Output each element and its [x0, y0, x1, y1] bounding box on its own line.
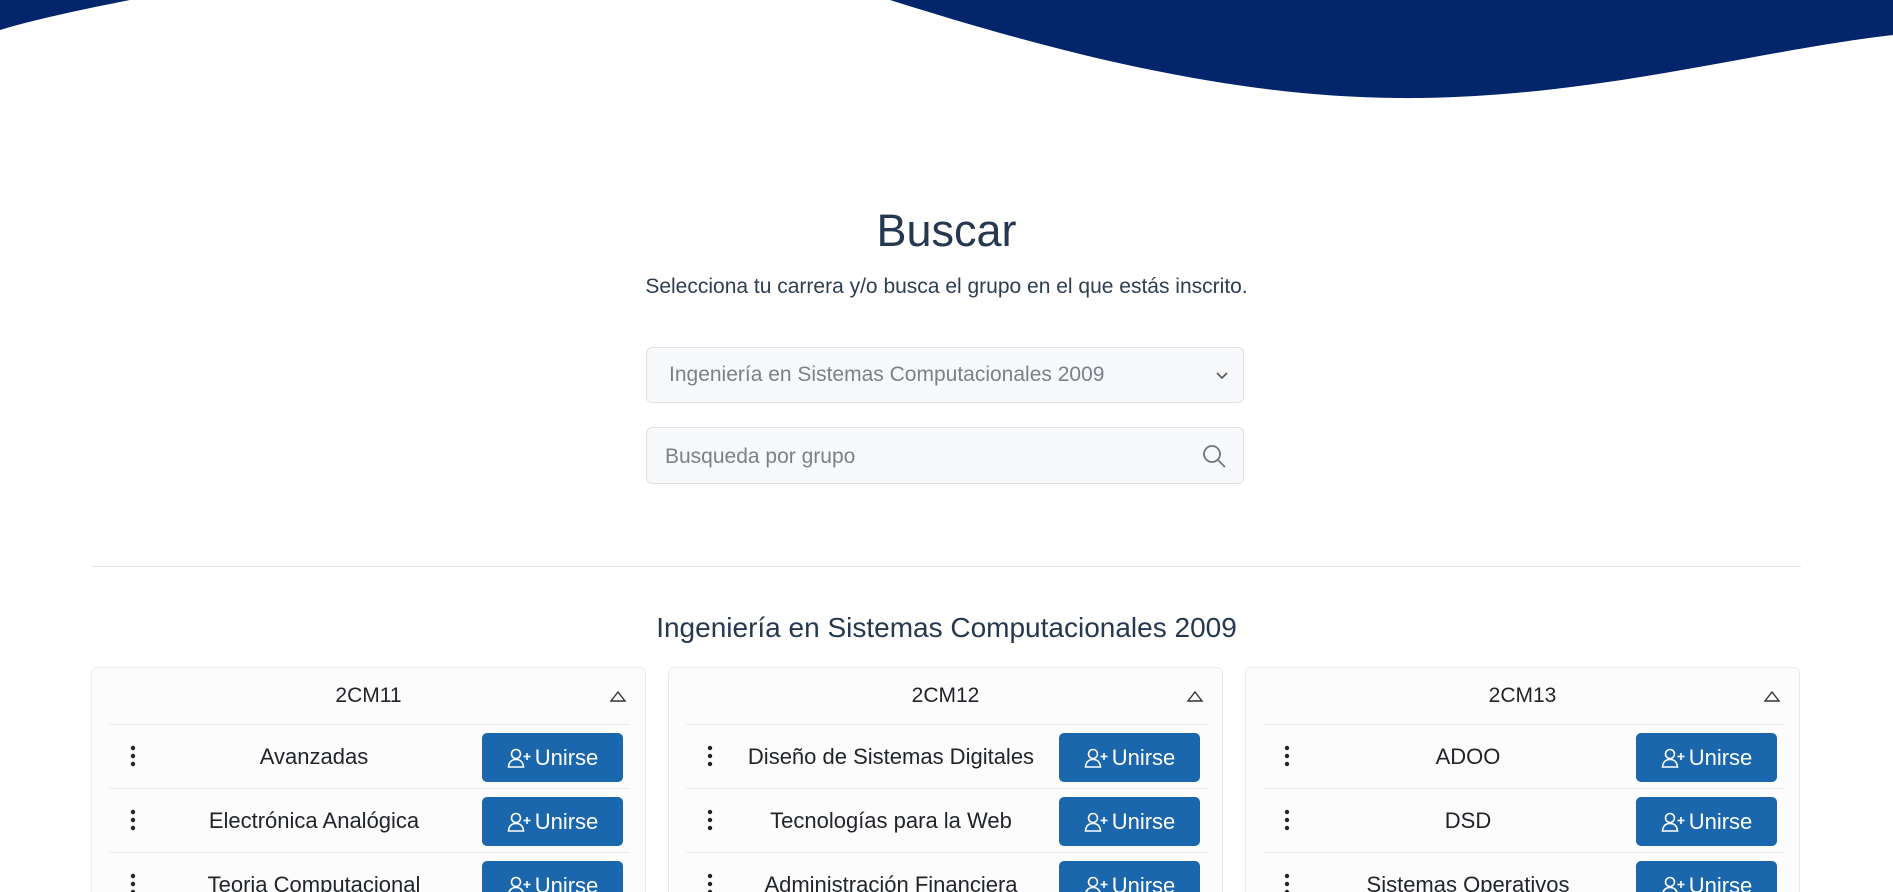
subject-row: Diseño de Sistemas Digitales Unirse [686, 724, 1207, 788]
kebab-menu-icon[interactable] [704, 745, 716, 767]
subject-row: Electrónica Analógica Unirse [109, 788, 630, 852]
group-card-2cm13: 2CM13 ADOO Unirse DSD Unirse Sistemas Op… [1245, 667, 1800, 892]
join-button[interactable]: Unirse [1636, 861, 1777, 892]
subject-name: DSD [1444, 808, 1492, 833]
user-plus-icon [1084, 812, 1108, 832]
career-select-value: Ingeniería en Sistemas Computacionales 2… [669, 363, 1105, 386]
join-button-label: Unirse [534, 872, 599, 892]
subject-row: Administración Financiera Unirse [686, 852, 1207, 892]
subject-name: Tecnologías para la Web [770, 808, 1012, 833]
header-wave [0, 0, 1893, 99]
group-card-header: 2CM13 [1488, 684, 1557, 707]
kebab-menu-icon[interactable] [1281, 745, 1293, 767]
join-button[interactable]: Unirse [1059, 861, 1200, 892]
subject-name: Teoria Computacional [207, 872, 421, 892]
join-button-label: Unirse [1111, 744, 1176, 770]
user-plus-icon [1084, 876, 1108, 892]
subject-row: Sistemas Operativos Unirse [1263, 852, 1784, 892]
join-button-label: Unirse [534, 744, 599, 770]
section-divider [91, 566, 1801, 567]
kebab-menu-icon[interactable] [704, 809, 716, 831]
join-button-label: Unirse [534, 808, 599, 834]
group-card-2cm12: 2CM12 Diseño de Sistemas Digitales Unirs… [668, 667, 1223, 892]
subject-name: Avanzadas [259, 744, 369, 769]
user-plus-icon [507, 812, 531, 832]
join-button-label: Unirse [1111, 808, 1176, 834]
join-button-label: Unirse [1688, 744, 1753, 770]
search-header: Buscar Selecciona tu carrera y/o busca e… [0, 200, 1893, 300]
join-button-label: Unirse [1688, 808, 1753, 834]
page-subtitle: Selecciona tu carrera y/o busca el grupo… [645, 275, 1248, 298]
user-plus-icon [1661, 748, 1685, 768]
subject-name: ADOO [1435, 744, 1501, 769]
kebab-menu-icon[interactable] [127, 873, 139, 892]
join-button[interactable]: Unirse [482, 861, 623, 892]
group-card-2cm11: 2CM11 Avanzadas Unirse Electrónica Analó… [91, 667, 646, 892]
join-button[interactable]: Unirse [1059, 797, 1200, 846]
group-card-header: 2CM11 [335, 684, 402, 707]
join-button[interactable]: Unirse [1636, 797, 1777, 846]
kebab-menu-icon[interactable] [127, 809, 139, 831]
collapse-triangle-icon[interactable] [1186, 688, 1204, 704]
user-plus-icon [1661, 876, 1685, 892]
search-icon[interactable] [1201, 443, 1227, 469]
page: Buscar Selecciona tu carrera y/o busca e… [0, 0, 1893, 892]
subject-name: Sistemas Operativos [1366, 872, 1570, 892]
kebab-menu-icon[interactable] [1281, 809, 1293, 831]
subject-name: Administración Financiera [764, 872, 1018, 892]
join-button[interactable]: Unirse [482, 797, 623, 846]
kebab-menu-icon[interactable] [704, 873, 716, 892]
subject-name: Electrónica Analógica [208, 808, 420, 833]
subject-row: Avanzadas Unirse [109, 724, 630, 788]
join-button-label: Unirse [1111, 872, 1176, 892]
join-button[interactable]: Unirse [482, 733, 623, 782]
chevron-down-icon [1216, 372, 1228, 380]
subject-row: DSD Unirse [1263, 788, 1784, 852]
user-plus-icon [507, 748, 531, 768]
subject-row: ADOO Unirse [1263, 724, 1784, 788]
group-search-field [646, 427, 1244, 485]
kebab-menu-icon[interactable] [1281, 873, 1293, 892]
group-card-header: 2CM12 [911, 684, 980, 707]
kebab-menu-icon[interactable] [127, 745, 139, 767]
page-title: Buscar [876, 205, 1017, 256]
group-search-input[interactable] [663, 428, 1187, 485]
collapse-triangle-icon[interactable] [1763, 688, 1781, 704]
subject-row: Teoria Computacional Unirse [109, 852, 630, 892]
user-plus-icon [1084, 748, 1108, 768]
collapse-triangle-icon[interactable] [609, 688, 627, 704]
join-button-label: Unirse [1688, 872, 1753, 892]
career-section-title: Ingeniería en Sistemas Computacionales 2… [656, 612, 1237, 643]
subject-name: Diseño de Sistemas Digitales [747, 744, 1035, 769]
subject-row: Tecnologías para la Web Unirse [686, 788, 1207, 852]
user-plus-icon [1661, 812, 1685, 832]
career-select[interactable]: Ingeniería en Sistemas Computacionales 2… [646, 347, 1244, 403]
join-button[interactable]: Unirse [1059, 733, 1200, 782]
join-button[interactable]: Unirse [1636, 733, 1777, 782]
user-plus-icon [507, 876, 531, 892]
